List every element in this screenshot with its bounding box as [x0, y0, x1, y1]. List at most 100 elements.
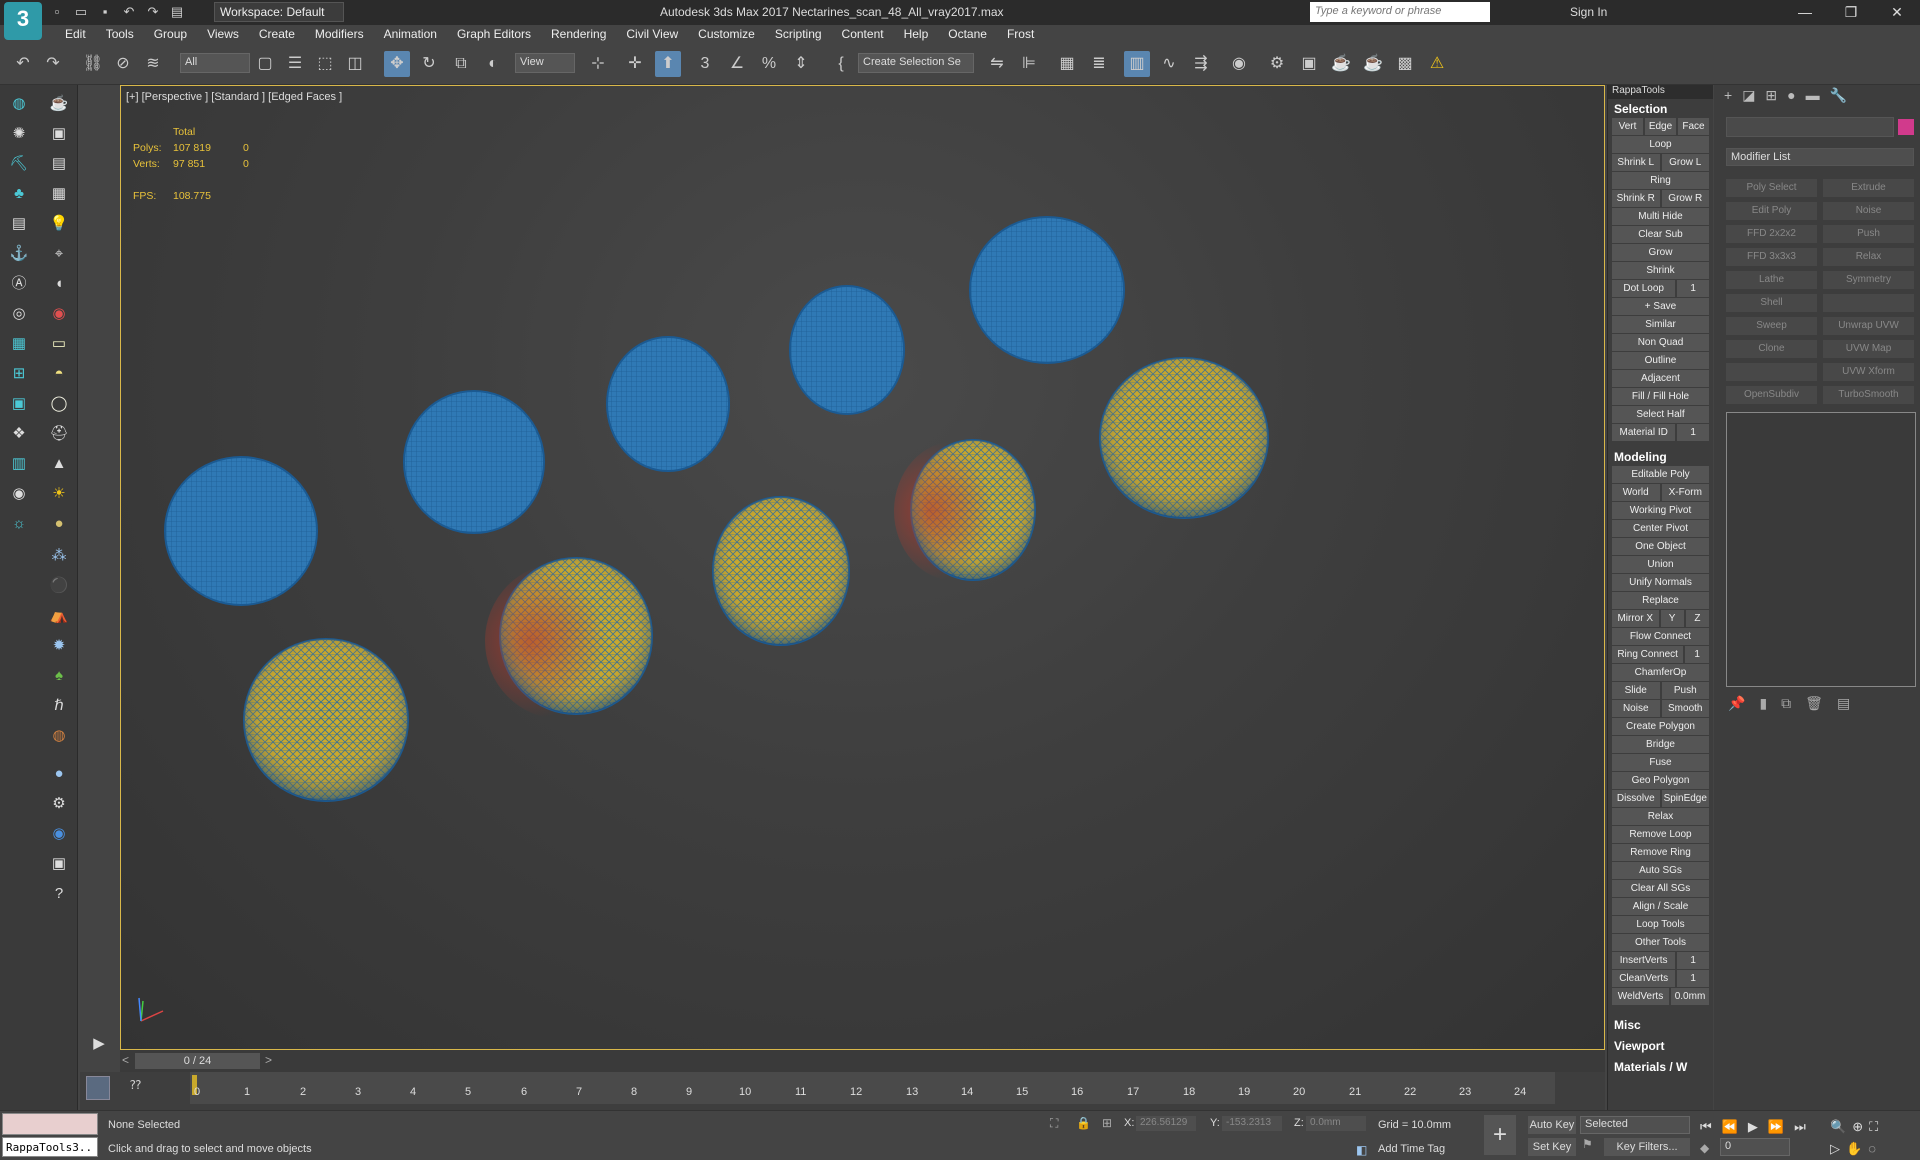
menu-customize[interactable]: Customize	[688, 25, 765, 45]
expand-panel-icon[interactable]: ▶	[88, 1033, 110, 1055]
display-tab-icon[interactable]: ▬	[1806, 87, 1820, 105]
face-button[interactable]: Face	[1678, 118, 1709, 135]
menu-group[interactable]: Group	[144, 25, 197, 45]
hat-icon[interactable]: ⛑	[48, 423, 70, 445]
clean-verts-spinner[interactable]: 1	[1677, 970, 1709, 987]
help-icon[interactable]: ?	[48, 883, 70, 905]
set-key-big-icon[interactable]: +	[1484, 1115, 1516, 1155]
close-icon[interactable]: ✕	[1874, 0, 1920, 25]
create-geometry-icon[interactable]: ◍	[8, 93, 30, 115]
chamferop-button[interactable]: ChamferOp	[1612, 664, 1709, 681]
align-icon[interactable]: ⊫	[1016, 51, 1042, 77]
modifier-button[interactable]: Noise	[1823, 202, 1914, 220]
orbit-icon[interactable]: ◌	[1868, 1141, 1876, 1157]
fov-icon[interactable]: ▷	[1830, 1141, 1840, 1157]
remove-ring-button[interactable]: Remove Ring	[1612, 844, 1709, 861]
pivot-center-icon[interactable]: ⊹	[585, 51, 611, 77]
spinner-snap-icon[interactable]: ⇕	[788, 51, 814, 77]
mirror-x-button[interactable]: Mirror X	[1612, 610, 1659, 627]
render-production-icon[interactable]: ☕	[1328, 51, 1354, 77]
new-file-icon[interactable]: ▫	[48, 3, 66, 21]
filter-icon[interactable]: ⁇	[130, 1078, 141, 1092]
snaps-toggle-icon[interactable]: 3	[692, 51, 718, 77]
outline-button[interactable]: Outline	[1612, 352, 1709, 369]
create-particle-icon[interactable]: ♣	[8, 183, 30, 205]
modifier-button[interactable]: Shell	[1726, 294, 1817, 312]
replace-button[interactable]: Replace	[1612, 592, 1709, 609]
mirror-y-button[interactable]: Y	[1660, 610, 1684, 627]
remove-loop-button[interactable]: Remove Loop	[1612, 826, 1709, 843]
dot-loop-spinner[interactable]: 1	[1677, 280, 1709, 297]
sign-in-link[interactable]: Sign In	[1570, 5, 1607, 19]
app-logo[interactable]: 3	[4, 2, 42, 40]
modifier-button[interactable]: Push	[1823, 225, 1914, 243]
pan-icon[interactable]: ✋	[1846, 1141, 1862, 1157]
modifier-button[interactable]: OpenSubdiv	[1726, 386, 1817, 404]
clear-all-sgs-button[interactable]: Clear All SGs	[1612, 880, 1709, 897]
menu-graph-editors[interactable]: Graph Editors	[447, 25, 541, 45]
geo-polygon-button[interactable]: Geo Polygon	[1612, 772, 1709, 789]
render-window-icon[interactable]: ▣	[8, 393, 30, 415]
zoom-icon[interactable]: 🔍	[1830, 1119, 1846, 1135]
scene-explorer-icon[interactable]: ▦	[1054, 51, 1080, 77]
make-unique-icon[interactable]: ⧉	[1781, 695, 1791, 712]
selection-section-header[interactable]: Selection	[1608, 99, 1713, 117]
camera-icon[interactable]: ⌖	[48, 243, 70, 265]
menu-animation[interactable]: Animation	[374, 25, 447, 45]
modifier-list-dropdown[interactable]: Modifier List	[1726, 148, 1914, 166]
orbit-tool-icon[interactable]: ◎	[8, 303, 30, 325]
rotate-icon[interactable]: ↻	[416, 51, 442, 77]
ring-button[interactable]: Ring	[1612, 172, 1709, 189]
select-half-button[interactable]: Select Half	[1612, 406, 1709, 423]
time-slider-handle[interactable]: 0 / 24	[135, 1053, 260, 1069]
nectarine-mesh[interactable]	[403, 390, 545, 534]
scale-icon[interactable]: ⧉	[448, 51, 474, 77]
show-end-result-icon[interactable]: ▮	[1759, 695, 1767, 712]
misc-section-header[interactable]: Misc	[1608, 1015, 1713, 1033]
y-coord-field[interactable]: -153.2313	[1222, 1116, 1282, 1131]
time-tag-icon[interactable]: ◧	[1356, 1143, 1367, 1157]
named-selection-sets-dropdown[interactable]: Create Selection Se	[858, 53, 974, 73]
multi-hide-button[interactable]: Multi Hide	[1612, 208, 1709, 225]
open-file-icon[interactable]: ▭	[72, 3, 90, 21]
selection-lock-icon[interactable]: 🔒	[1076, 1116, 1091, 1130]
rect-selection-icon[interactable]: ⬚	[312, 51, 338, 77]
texture-icon[interactable]: ◍	[48, 725, 70, 747]
world-button[interactable]: World	[1612, 484, 1660, 501]
render-settings-icon[interactable]: ▩	[1392, 51, 1418, 77]
auto-key-button[interactable]: Auto Key	[1528, 1116, 1576, 1134]
key-mode-icon[interactable]: ⚑	[1582, 1137, 1593, 1151]
noise-button[interactable]: Noise	[1612, 700, 1660, 717]
percent-snap-icon[interactable]: %	[756, 51, 782, 77]
zoom-extents-icon[interactable]: ⛶	[1869, 1119, 1878, 1135]
isolate-selection-icon[interactable]: ⛶	[1050, 1116, 1058, 1131]
workspace-dropdown[interactable]: Workspace: Default	[214, 2, 344, 22]
modify-tab-icon[interactable]: ◪	[1742, 87, 1755, 105]
configure-modifier-sets-icon[interactable]: ▤	[1837, 695, 1850, 712]
object-color-swatch[interactable]	[1898, 119, 1914, 135]
one-object-button[interactable]: One Object	[1612, 538, 1709, 555]
perspective-viewport[interactable]: [+] [Perspective ] [Standard ] [Edged Fa…	[120, 85, 1605, 1050]
mini-curve-editor-icon[interactable]	[86, 1076, 110, 1100]
materials-section-header[interactable]: Materials / W	[1608, 1057, 1713, 1075]
bone-tool-icon[interactable]: ⚓	[8, 243, 30, 265]
menu-help[interactable]: Help	[894, 25, 939, 45]
window-crossing-icon[interactable]: ◫	[342, 51, 368, 77]
create-polygon-button[interactable]: Create Polygon	[1612, 718, 1709, 735]
dot-loop-button[interactable]: Dot Loop	[1612, 280, 1676, 297]
warning-icon[interactable]: ⚠	[1424, 51, 1450, 77]
unify-normals-button[interactable]: Unify Normals	[1612, 574, 1709, 591]
add-time-tag-button[interactable]: Add Time Tag	[1378, 1143, 1445, 1155]
redo-icon[interactable]: ↷	[144, 3, 162, 21]
sphere-light-icon[interactable]: ◯	[48, 393, 70, 415]
modeling-section-header[interactable]: Modeling	[1608, 447, 1713, 465]
zoom-all-icon[interactable]: ⊕	[1852, 1119, 1863, 1135]
play-icon[interactable]: ▶	[1748, 1119, 1758, 1135]
material-editor-icon[interactable]: ◉	[1226, 51, 1252, 77]
absolute-mode-icon[interactable]: ⊞	[1102, 1116, 1112, 1130]
grow-l-button[interactable]: Grow L	[1661, 154, 1709, 171]
motion-tab-icon[interactable]: ●	[1787, 87, 1795, 105]
menu-scripting[interactable]: Scripting	[765, 25, 832, 45]
minimize-icon[interactable]: —	[1782, 0, 1828, 25]
grow-r-button[interactable]: Grow R	[1661, 190, 1709, 207]
